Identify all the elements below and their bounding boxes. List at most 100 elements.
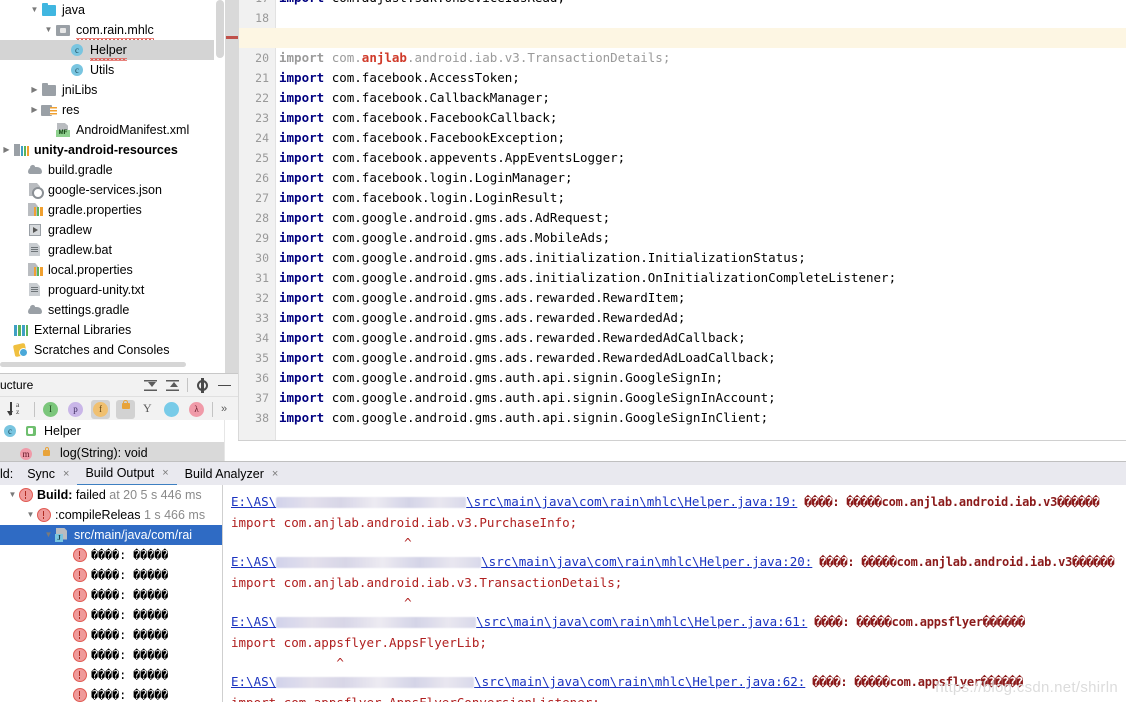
project-tree-item[interactable]: Helper — [0, 40, 225, 61]
console-path-prefix[interactable]: E:\AS\ — [231, 614, 276, 629]
structure-tree[interactable]: Helper log(String): void — [0, 420, 225, 462]
minimize-icon[interactable] — [217, 378, 232, 393]
code-line[interactable]: import com.google.android.gms.ads.AdRequ… — [279, 208, 610, 228]
build-tree-row[interactable]: ����: ����� — [0, 605, 222, 625]
close-icon[interactable]: × — [63, 468, 69, 480]
console-file-link-line[interactable]: E:\AS\ \src\main\java\com\rain\mhlc\Helpe… — [231, 552, 1115, 572]
code-line[interactable]: import com.google.android.gms.ads.reward… — [279, 308, 685, 328]
code-line[interactable]: import com.google.android.gms.ads.reward… — [279, 348, 776, 368]
show-functions-icon[interactable]: f — [91, 399, 110, 419]
twisty-expanded-icon[interactable]: ▼ — [28, 0, 41, 20]
build-tree-row[interactable]: ����: ����� — [0, 665, 222, 685]
build-tab[interactable]: Sync × — [19, 462, 77, 485]
project-tree-item[interactable]: Scratches and Consoles — [0, 340, 225, 360]
code-text-area[interactable]: import com.adjust.sdk.OnDeviceIdsRead; im… — [276, 0, 1126, 440]
build-tree-row[interactable]: ▼ Build: failed at 20 5 s 446 ms — [0, 485, 222, 505]
build-tree-row[interactable]: ����: ����� — [0, 545, 222, 565]
build-tree-row[interactable]: ����: ����� — [0, 685, 222, 702]
twisty-expanded-icon[interactable]: ▼ — [6, 485, 19, 505]
collapse-all-icon[interactable] — [165, 378, 180, 393]
code-editor[interactable]: 1718192021222324252627282930313233343536… — [225, 0, 1126, 440]
close-icon[interactable]: × — [162, 467, 168, 479]
show-fields-icon[interactable]: I — [41, 400, 60, 419]
build-tab[interactable]: Build Analyzer × — [177, 462, 287, 485]
project-tree-panel[interactable]: ▼ java ▼ com.rain.mhlcHelper Utils ▶ jniLibs ▶ r… — [0, 0, 225, 368]
build-tree-row[interactable]: ����: ����� — [0, 565, 222, 585]
console-path-prefix[interactable]: E:\AS\ — [231, 554, 276, 569]
build-tree-row[interactable]: ����: ����� — [0, 625, 222, 645]
project-tree-item[interactable]: build.gradle — [0, 160, 225, 180]
twisty-collapsed-icon[interactable]: ▶ — [28, 80, 41, 100]
close-icon[interactable]: × — [272, 468, 278, 480]
project-tree-item[interactable]: AndroidManifest.xml — [0, 120, 225, 140]
project-tree-item[interactable]: proguard-unity.txt — [0, 280, 225, 300]
console-path-suffix[interactable]: \src\main\java\com\rain\mhlc\Helper.java… — [474, 674, 805, 689]
show-inherited-icon[interactable] — [141, 401, 156, 417]
build-tree[interactable]: ▼ Build: failed at 20 5 s 446 ms ▼:compile… — [0, 485, 223, 702]
project-tree-item[interactable]: Utils — [0, 60, 225, 80]
code-line[interactable]: import com.google.android.gms.ads.reward… — [279, 288, 685, 308]
project-tree-vscroll-thumb[interactable] — [216, 0, 224, 58]
error-stripe-marker[interactable] — [226, 36, 238, 39]
structure-tree-item[interactable]: log(String): void — [0, 442, 225, 462]
project-tree-item[interactable]: google-services.json — [0, 180, 225, 200]
console-file-link-line[interactable]: E:\AS\ \src\main\java\com\rain\mhlc\Helpe… — [231, 612, 1025, 632]
code-line[interactable]: import com.google.android.gms.ads.initia… — [279, 268, 896, 288]
structure-vscrollbar[interactable] — [224, 420, 238, 462]
structure-tree-item[interactable]: Helper — [0, 420, 225, 442]
gear-icon[interactable] — [195, 377, 210, 393]
project-tree-item[interactable]: settings.gradle — [0, 300, 225, 320]
console-path-suffix[interactable]: \src\main\java\com\rain\mhlc\Helper.java… — [476, 614, 807, 629]
project-tree-hscroll-thumb[interactable] — [0, 362, 186, 367]
console-file-link-line[interactable]: E:\AS\ \src\main\java\com\rain\mhlc\Helpe… — [231, 672, 1023, 692]
project-tree-vscrollbar[interactable] — [214, 0, 225, 368]
project-tree-item[interactable]: ▶ unity-android-resources — [0, 140, 225, 160]
code-line[interactable]: import com.adjust.sdk.OnDeviceIdsRead; — [279, 0, 565, 8]
code-line[interactable]: import com.facebook.login.LoginResult; — [279, 188, 565, 208]
build-tree-row[interactable]: ▼:compileReleas 1 s 466 ms — [0, 505, 222, 525]
code-line[interactable]: import com.facebook.FacebookCallback; — [279, 108, 557, 128]
project-tree-item[interactable]: ▼ java — [0, 0, 225, 20]
console-path-suffix[interactable]: \src\main\java\com\rain\mhlc\Helper.java… — [466, 494, 797, 509]
show-properties-icon[interactable]: p — [66, 400, 85, 419]
project-tree-item[interactable]: ▼ com.rain.mhlc — [0, 20, 225, 41]
code-line[interactable]: import com.anjlab.android.iab.v3.Transac… — [279, 48, 670, 68]
twisty-collapsed-icon[interactable]: ▶ — [0, 140, 13, 160]
twisty-expanded-icon[interactable]: ▼ — [24, 505, 37, 525]
project-tree-hscrollbar[interactable] — [0, 361, 225, 368]
console-path-prefix[interactable]: E:\AS\ — [231, 494, 276, 509]
code-line[interactable]: import com.google.android.gms.ads.reward… — [279, 328, 746, 348]
twisty-collapsed-icon[interactable]: ▶ — [28, 100, 41, 120]
project-tree-item[interactable]: gradle.properties — [0, 200, 225, 220]
show-lambdas-icon[interactable]: λ — [187, 400, 206, 419]
build-tree-row[interactable]: ����: ����� — [0, 585, 222, 605]
console-path-prefix[interactable]: E:\AS\ — [231, 674, 276, 689]
code-line[interactable]: import com.google.android.gms.auth.api.s… — [279, 408, 768, 428]
show-anonymous-icon[interactable] — [162, 400, 181, 419]
console-file-link-line[interactable]: E:\AS\ \src\main\java\com\rain\mhlc\Helpe… — [231, 492, 1100, 512]
project-tree-item[interactable]: gradlew.bat — [0, 240, 225, 260]
expand-all-icon[interactable] — [143, 378, 158, 393]
code-line[interactable]: import com.facebook.CallbackManager; — [279, 88, 550, 108]
project-tree-item[interactable]: External Libraries — [0, 320, 225, 340]
console-path-suffix[interactable]: \src\main\java\com\rain\mhlc\Helper.java… — [481, 554, 812, 569]
twisty-expanded-icon[interactable]: ▼ — [42, 20, 55, 40]
code-line[interactable]: import com.facebook.AccessToken; — [279, 68, 520, 88]
project-tree-item[interactable]: ▶ jniLibs — [0, 80, 225, 100]
code-line[interactable]: import com.facebook.FacebookException; — [279, 128, 565, 148]
code-line[interactable]: import com.google.android.gms.ads.Mobile… — [279, 228, 610, 248]
build-tree-row[interactable]: ����: ����� — [0, 645, 222, 665]
build-console-output[interactable]: import com.appsflyer.AppsFlyerConversion… — [223, 485, 1126, 702]
project-tree-item[interactable]: gradlew — [0, 220, 225, 240]
project-tree-item[interactable]: local.properties — [0, 260, 225, 280]
sort-alphabetically-icon[interactable]: az — [7, 401, 28, 417]
code-line[interactable]: import com.google.android.gms.auth.api.s… — [279, 368, 723, 388]
project-tree[interactable]: ▼ java ▼ com.rain.mhlcHelper Utils ▶ jniLibs ▶ r… — [0, 0, 225, 360]
more-actions-icon[interactable]: » — [221, 403, 227, 415]
code-line[interactable]: import com.google.android.gms.auth.api.s… — [279, 388, 776, 408]
show-non-public-lock-icon[interactable] — [116, 399, 135, 419]
code-line[interactable]: import com.facebook.login.LoginManager; — [279, 168, 573, 188]
build-tab[interactable]: Build Output × — [77, 461, 177, 486]
code-line[interactable]: import com.google.android.gms.ads.initia… — [279, 248, 806, 268]
build-tree-row[interactable]: ▼ src/main/java/com/rai — [0, 525, 222, 545]
